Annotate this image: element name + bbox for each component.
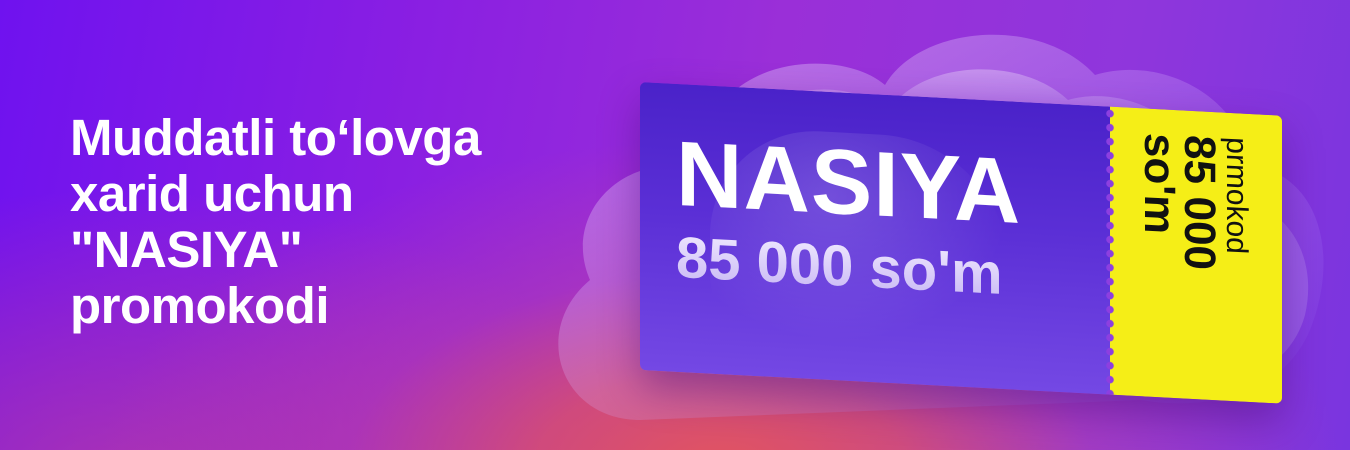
headline: Muddatli to‘lovga xarid uchun "NASIYA" p…	[70, 110, 481, 334]
headline-line-3: "NASIYA"	[70, 221, 303, 278]
ticket-main-panel: NASIYA 85 000 so'm	[640, 82, 1110, 395]
promo-banner[interactable]: Muddatli to‘lovga xarid uchun "NASIYA" p…	[0, 0, 1350, 450]
headline-line-2: xarid uchun	[70, 165, 354, 222]
headline-line-4: promokodi	[70, 277, 329, 334]
ticket-stub: prmokod 85 000 so'm	[1110, 106, 1282, 404]
stub-text: prmokod 85 000 so'm	[1135, 131, 1253, 378]
ticket-perforation	[1103, 106, 1117, 395]
promo-ticket: NASIYA 85 000 so'm prmokod 85 000 so'm	[640, 82, 1282, 404]
stub-label: prmokod	[1220, 136, 1253, 255]
ticket-title: NASIYA	[676, 122, 1022, 243]
stub-amount: 85 000	[1175, 134, 1224, 272]
headline-line-1: Muddatli to‘lovga	[70, 109, 481, 166]
stub-currency: so'm	[1135, 131, 1184, 236]
